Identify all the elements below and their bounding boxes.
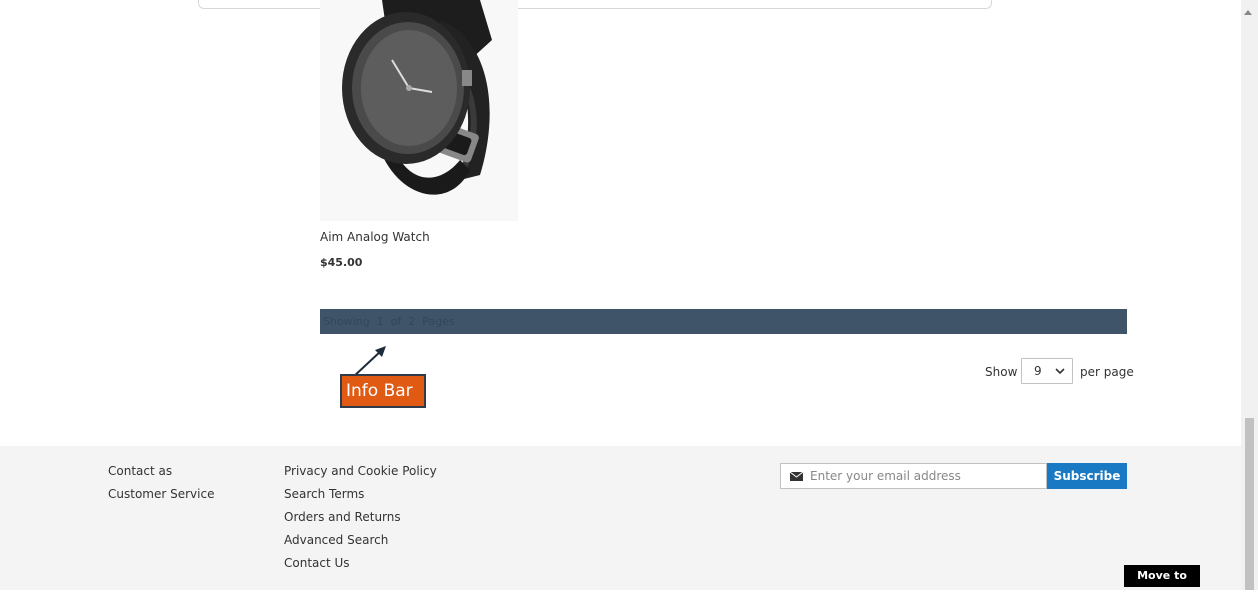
footer-link-privacy[interactable]: Privacy and Cookie Policy: [284, 464, 437, 478]
vertical-scrollbar[interactable]: [1241, 0, 1258, 590]
limiter-selected-value: 9: [1034, 364, 1042, 378]
annotation-label: Info Bar: [340, 374, 426, 408]
toolbar-amount-text: Showing 1 of 2 Pages: [323, 315, 455, 328]
product-name-link[interactable]: Aim Analog Watch: [320, 230, 430, 244]
scroll-up-icon[interactable]: [1244, 10, 1252, 15]
limiter-per-page-label: per page: [1080, 365, 1134, 379]
footer-link-contact-as[interactable]: Contact as: [108, 464, 172, 478]
newsletter-placeholder: Enter your email address: [810, 469, 961, 483]
page-footer: Contact as Customer Service Privacy and …: [0, 446, 1241, 590]
footer-link-advanced-search[interactable]: Advanced Search: [284, 533, 388, 547]
footer-link-orders-returns[interactable]: Orders and Returns: [284, 510, 401, 524]
product-price: $45.00: [320, 256, 363, 269]
mail-icon: [790, 472, 803, 481]
subscribe-button[interactable]: Subscribe: [1047, 463, 1127, 489]
address-bar-edge[interactable]: [198, 0, 992, 9]
move-to-top-button[interactable]: Move to Top!: [1124, 565, 1200, 604]
limiter-show-label: Show: [985, 365, 1018, 379]
footer-link-contact-us[interactable]: Contact Us: [284, 556, 350, 570]
toolbar-info-bar: Showing 1 of 2 Pages: [320, 309, 1127, 334]
newsletter-email-input[interactable]: Enter your email address: [780, 463, 1047, 489]
watch-icon: [342, 0, 492, 195]
limiter-select[interactable]: 9: [1021, 358, 1073, 384]
chevron-down-icon: [1055, 368, 1065, 375]
footer-link-customer-service[interactable]: Customer Service: [108, 487, 214, 501]
browser-top-strip: [0, 0, 1240, 12]
scrollbar-thumb[interactable]: [1245, 418, 1254, 590]
product-image[interactable]: [320, 0, 518, 221]
footer-link-search-terms[interactable]: Search Terms: [284, 487, 364, 501]
